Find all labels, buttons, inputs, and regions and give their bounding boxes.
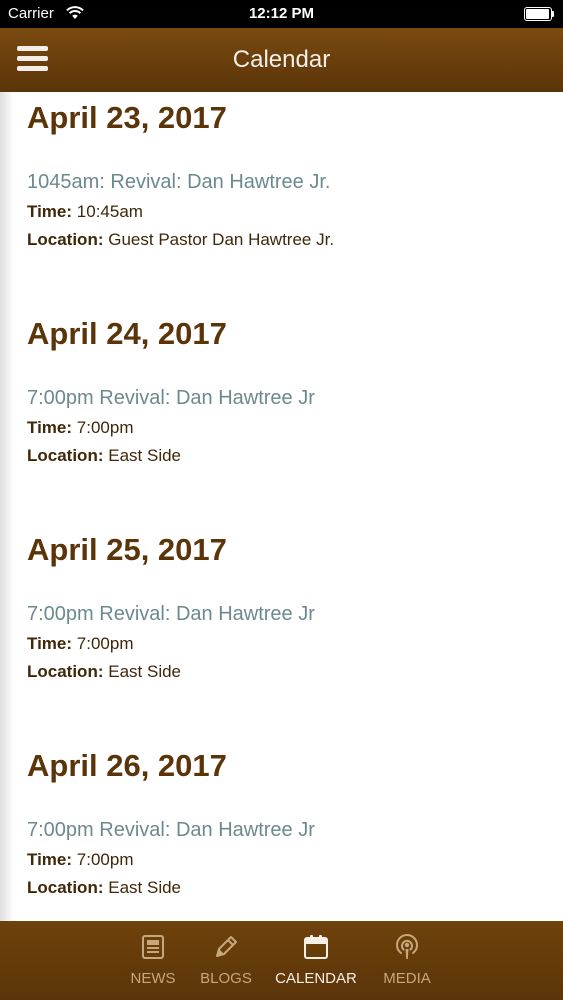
time-label: Time:	[27, 634, 73, 653]
event-title-link[interactable]: 7:00pm Revival: Dan Hawtree Jr	[27, 817, 547, 843]
event-time: Time: 7:00pm	[27, 849, 547, 871]
page-title: Calendar	[232, 46, 331, 73]
tab-calendar-label: CALENDAR	[275, 970, 357, 987]
event-location: Location: East Side	[27, 445, 547, 467]
tab-bar: NEWS BLOGS CALENDAR MEDIA	[0, 921, 563, 1000]
event-time: Time: 7:00pm	[27, 633, 547, 655]
day-date-heading: April 26, 2017	[27, 748, 227, 783]
time-value: 10:45am	[76, 202, 143, 221]
time-label: Time:	[27, 418, 73, 437]
day-section: April 24, 2017 7:00pm Revival: Dan Hawtr…	[27, 316, 547, 467]
event-title-link[interactable]: 1045am: Revival: Dan Hawtree Jr.	[27, 169, 547, 195]
tab-media[interactable]: MEDIA	[357, 921, 457, 1000]
day-section: April 23, 2017 1045am: Revival: Dan Hawt…	[27, 100, 547, 251]
app-header: Calendar	[0, 28, 563, 92]
time-label: Time:	[27, 850, 73, 869]
battery-icon	[524, 7, 554, 21]
location-value: East Side	[108, 878, 181, 897]
location-label: Location:	[27, 878, 104, 897]
event-location: Location: East Side	[27, 877, 547, 899]
event-time: Time: 10:45am	[27, 201, 547, 223]
calendar-icon	[304, 935, 328, 959]
tab-calendar[interactable]: CALENDAR	[266, 921, 366, 1000]
tab-blogs-label: BLOGS	[200, 970, 252, 987]
status-bar: Carrier 12:12 PM	[0, 0, 563, 28]
location-label: Location:	[27, 662, 104, 681]
event-location: Location: Guest Pastor Dan Hawtree Jr.	[27, 229, 547, 251]
event-title-link[interactable]: 7:00pm Revival: Dan Hawtree Jr	[27, 385, 547, 411]
location-label: Location:	[27, 446, 104, 465]
time-value: 7:00pm	[76, 418, 134, 437]
time-value: 7:00pm	[76, 634, 134, 653]
event-location: Location: East Side	[27, 661, 547, 683]
day-section: April 25, 2017 7:00pm Revival: Dan Hawtr…	[27, 532, 547, 683]
location-value: East Side	[108, 662, 181, 681]
tab-blogs[interactable]: BLOGS	[176, 921, 276, 1000]
day-section: April 26, 2017 7:00pm Revival: Dan Hawtr…	[27, 748, 547, 899]
location-value: East Side	[108, 446, 181, 465]
status-time: 12:12 PM	[248, 5, 315, 22]
day-date-heading: April 25, 2017	[27, 532, 227, 567]
calendar-list[interactable]: April 23, 2017 1045am: Revival: Dan Hawt…	[0, 92, 563, 921]
day-date-heading: April 23, 2017	[27, 100, 227, 135]
event-time: Time: 7:00pm	[27, 417, 547, 439]
location-label: Location:	[27, 230, 104, 249]
location-value: Guest Pastor Dan Hawtree Jr.	[108, 230, 335, 249]
pencil-icon	[216, 936, 237, 957]
day-date-heading: April 24, 2017	[27, 316, 227, 351]
tab-media-label: MEDIA	[383, 970, 431, 987]
podcast-icon	[396, 934, 418, 959]
time-value: 7:00pm	[76, 850, 134, 869]
newspaper-icon	[142, 935, 164, 959]
time-label: Time:	[27, 202, 73, 221]
event-title-link[interactable]: 7:00pm Revival: Dan Hawtree Jr	[27, 601, 547, 627]
